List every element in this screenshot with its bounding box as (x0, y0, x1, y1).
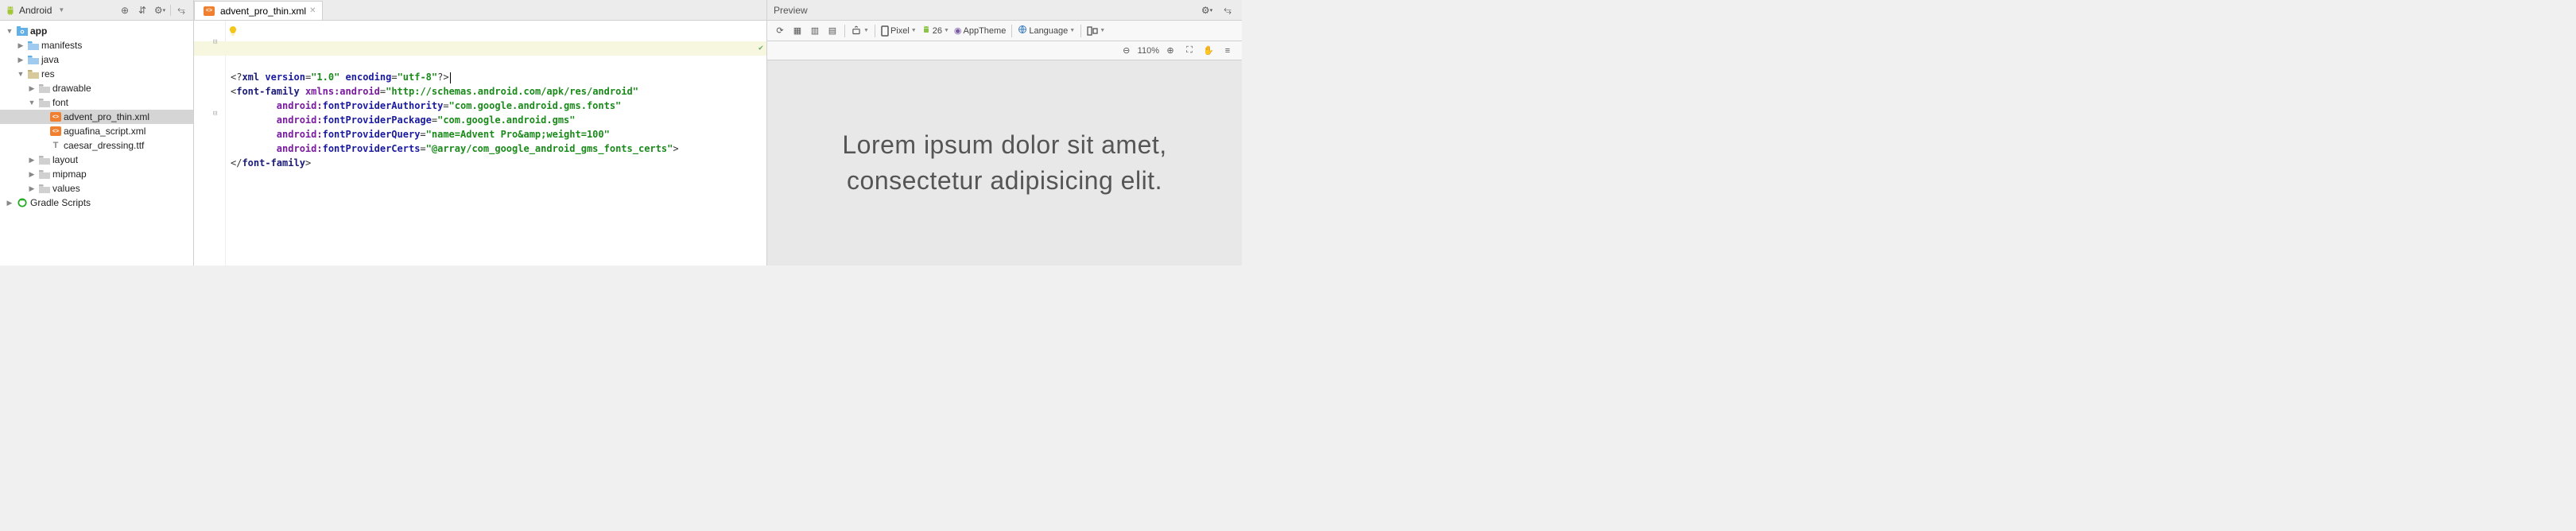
folder-icon (28, 68, 39, 79)
tree-node-aguafina[interactable]: <> aguafina_script.xml (0, 124, 193, 138)
hide-icon[interactable]: ⥃ (174, 3, 188, 17)
device-dropdown[interactable]: Pixel ▼ (879, 25, 918, 37)
tab-label: advent_pro_thin.xml (220, 6, 306, 17)
language-label: Language (1029, 26, 1068, 36)
close-icon[interactable]: ✕ (309, 6, 316, 15)
tree-node-mipmap[interactable]: mipmap (0, 167, 193, 181)
tree-label: aguafina_script.xml (64, 126, 145, 137)
device-label: Pixel (890, 26, 910, 36)
theme-dropdown[interactable]: ◉ AppTheme (952, 25, 1007, 36)
sidebar-header: Android ▼ ⊕ ⇵ ⚙▾ ⥃ (0, 0, 193, 21)
theme-icon: ◉ (954, 25, 962, 36)
gear-icon[interactable]: ⚙▾ (1199, 2, 1215, 18)
chevron-down-icon[interactable]: ▼ (58, 6, 64, 14)
folder-icon (39, 169, 50, 180)
zoom-fit-icon[interactable]: ⛶ (1181, 43, 1197, 59)
zoom-out-icon[interactable]: ⊖ (1119, 43, 1135, 59)
xml-file-icon: <> (50, 126, 61, 137)
tree-label: font (52, 97, 68, 108)
folder-icon (39, 154, 50, 165)
tree-node-java[interactable]: java (0, 52, 193, 67)
tree-label: res (41, 68, 55, 79)
module-icon (17, 25, 28, 37)
lorem-line-2: consectetur adipisicing elit. (842, 163, 1166, 199)
tree-label: app (30, 25, 47, 37)
tree-label: java (41, 54, 59, 65)
theme-label: AppTheme (964, 26, 1007, 36)
preview-toolbar: ⟳ ▦ ▥ ▤ ▼ Pixel ▼ 26 ▼ ◉ AppTheme (767, 21, 1242, 41)
tree-label: caesar_dressing.ttf (64, 140, 144, 151)
code-editor[interactable]: ✔ ⊟ ⊟ <?xml version="1.0" encoding="utf-… (194, 21, 766, 266)
tree-label: Gradle Scripts (30, 197, 91, 208)
editor-tab-bar: <> advent_pro_thin.xml ✕ (194, 0, 766, 21)
tree-node-values[interactable]: values (0, 181, 193, 196)
preview-header: Preview ⚙▾ ⥃ (767, 0, 1242, 21)
view-selector-label[interactable]: Android (19, 5, 52, 16)
tree-node-manifests[interactable]: manifests (0, 38, 193, 52)
target-icon[interactable]: ⊕ (118, 3, 132, 17)
api-label: 26 (933, 26, 942, 36)
tree-label: drawable (52, 83, 91, 94)
editor-pane: <> advent_pro_thin.xml ✕ ✔ ⊟ ⊟ <?xml ver… (194, 0, 767, 266)
folder-icon (28, 40, 39, 51)
tree-node-app[interactable]: app (0, 24, 193, 38)
tree-node-gradle[interactable]: Gradle Scripts (0, 196, 193, 210)
preview-canvas: Lorem ipsum dolor sit amet, consectetur … (767, 60, 1242, 266)
zoom-in-icon[interactable]: ⊕ (1162, 43, 1178, 59)
pan-icon[interactable]: ✋ (1201, 43, 1216, 59)
text-caret (450, 72, 451, 83)
tree-label: values (52, 183, 80, 194)
tree-node-drawable[interactable]: drawable (0, 81, 193, 95)
folder-icon (39, 97, 50, 108)
language-dropdown[interactable]: Language ▼ (1016, 25, 1077, 37)
layout-split-v-icon[interactable]: ▤ (824, 23, 840, 39)
preview-title: Preview (774, 5, 808, 16)
preview-pane: Preview ⚙▾ ⥃ ⟳ ▦ ▥ ▤ ▼ Pixel ▼ 26 ▼ ◉ Ap… (767, 0, 1242, 266)
folder-icon (28, 54, 39, 65)
tree-node-font[interactable]: font (0, 95, 193, 110)
project-sidebar: Android ▼ ⊕ ⇵ ⚙▾ ⥃ app manifests java (0, 0, 194, 266)
folder-icon (39, 83, 50, 94)
zoom-value: 110% (1138, 46, 1159, 56)
layout-grid-icon[interactable]: ▦ (789, 23, 805, 39)
tree-label: mipmap (52, 169, 87, 180)
lorem-line-1: Lorem ipsum dolor sit amet, (842, 127, 1166, 163)
orientation-dropdown[interactable]: ▼ (849, 25, 871, 37)
gutter (194, 21, 226, 266)
gradle-icon (17, 197, 28, 208)
tree-label: advent_pro_thin.xml (64, 111, 149, 122)
folder-icon (39, 183, 50, 194)
project-tree: app manifests java res drawable font (0, 21, 193, 266)
hide-icon[interactable]: ⥃ (1220, 2, 1236, 18)
variants-dropdown[interactable]: ▼ (1085, 26, 1107, 36)
tree-node-res[interactable]: res (0, 67, 193, 81)
android-icon (921, 25, 931, 37)
settings-icon[interactable]: ≡ (1220, 43, 1236, 59)
tree-node-layout[interactable]: layout (0, 153, 193, 167)
tree-node-advent[interactable]: <> advent_pro_thin.xml (0, 110, 193, 124)
xml-file-icon: <> (50, 111, 61, 122)
tree-node-caesar[interactable]: T caesar_dressing.ttf (0, 138, 193, 153)
xml-file-icon: <> (204, 6, 215, 17)
collapse-icon[interactable]: ⇵ (135, 3, 149, 17)
refresh-icon[interactable]: ⟳ (772, 23, 788, 39)
gear-icon[interactable]: ⚙▾ (153, 3, 167, 17)
android-icon (5, 5, 16, 16)
editor-tab[interactable]: <> advent_pro_thin.xml ✕ (194, 1, 323, 20)
layout-split-h-icon[interactable]: ▥ (807, 23, 823, 39)
ttf-file-icon: T (50, 140, 61, 151)
globe-icon (1018, 25, 1027, 37)
preview-sample-text: Lorem ipsum dolor sit amet, consectetur … (842, 127, 1166, 199)
code-content[interactable]: ⊟ ⊟ <?xml version="1.0" encoding="utf-8"… (226, 21, 766, 266)
tree-label: manifests (41, 40, 82, 51)
preview-zoom-bar: ⊖ 110% ⊕ ⛶ ✋ ≡ (767, 41, 1242, 60)
api-dropdown[interactable]: 26 ▼ (920, 25, 951, 37)
tree-label: layout (52, 154, 78, 165)
